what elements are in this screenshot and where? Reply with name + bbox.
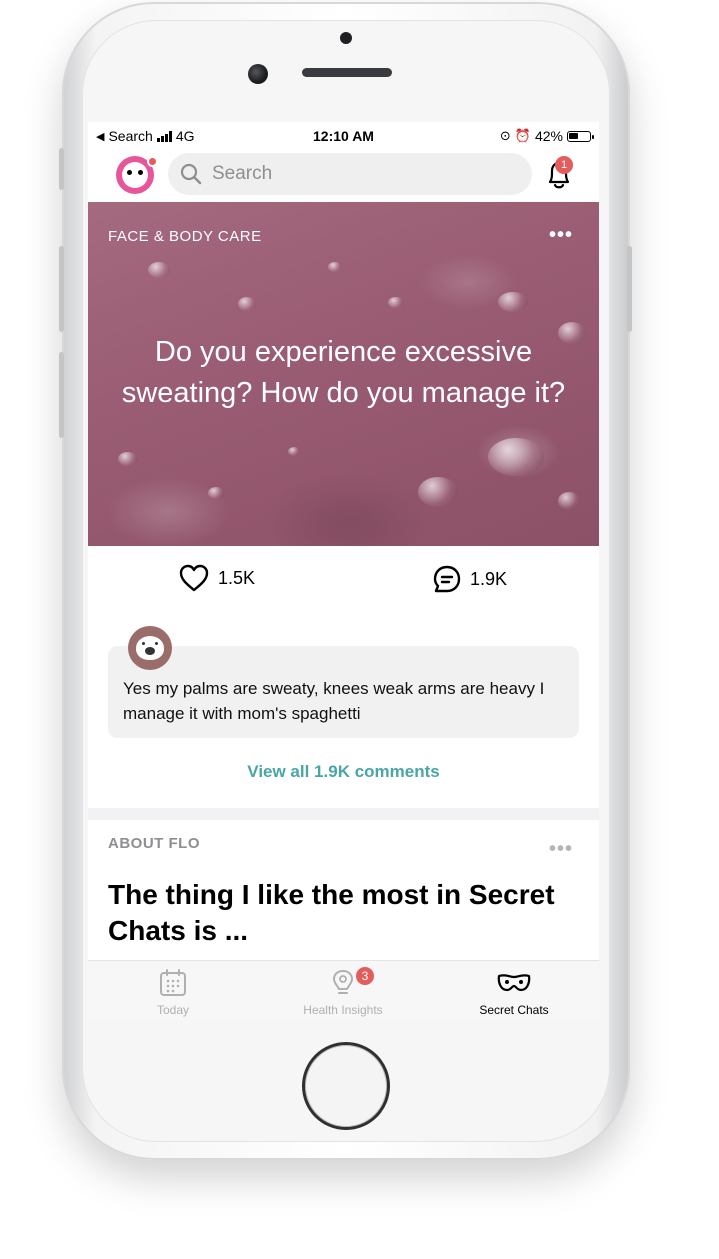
lightbulb-icon xyxy=(333,970,353,994)
panda-avatar-icon xyxy=(122,162,148,188)
water-drop xyxy=(488,438,544,476)
post-hero-image[interactable]: FACE & BODY CARE ••• Do you experience e… xyxy=(88,202,599,546)
battery-percent: 42% xyxy=(534,128,563,144)
water-drop xyxy=(328,262,342,272)
post-title: Do you experience excessive sweating? Ho… xyxy=(121,336,566,409)
heart-icon xyxy=(179,564,209,592)
tab-label: Today xyxy=(156,1003,190,1017)
search-icon xyxy=(180,163,202,185)
alarm-icon: ⏰ xyxy=(514,128,531,143)
tab-bar: Today Health Insights 3 Secret Chats xyxy=(88,960,599,1020)
volume-down-button xyxy=(59,352,64,438)
camera-lens xyxy=(248,64,268,84)
post-stats: 1.5K 1.9K xyxy=(88,546,599,616)
commenter-avatar[interactable] xyxy=(128,626,172,670)
mute-switch xyxy=(59,148,64,190)
battery-icon xyxy=(567,130,594,142)
search-placeholder: Search xyxy=(212,163,273,184)
search-input[interactable]: Search xyxy=(168,153,532,195)
top-comment-text: Yes my palms are sweaty, knees weak arms… xyxy=(123,679,545,723)
home-button[interactable] xyxy=(302,1042,390,1130)
koala-avatar-icon xyxy=(136,636,164,660)
notification-badge: 1 xyxy=(555,156,573,174)
water-drop xyxy=(238,297,256,311)
water-drop xyxy=(118,452,138,466)
rotation-lock-icon: ⊙ xyxy=(499,128,511,143)
post-more-button[interactable]: ••• xyxy=(549,224,573,247)
water-drop xyxy=(558,492,580,510)
front-camera xyxy=(340,32,352,44)
tab-label: Secret Chats xyxy=(479,1003,549,1017)
back-arrow-icon[interactable]: ◀ xyxy=(96,130,104,143)
app-screen: ◀ Search 4G 12:10 AM ⊙ ⏰ 42% Search 1 FA… xyxy=(88,122,599,1020)
water-drop xyxy=(498,292,528,312)
tab-label: Health Insights xyxy=(303,1003,383,1017)
signal-icon xyxy=(156,130,172,142)
tab-health-insights[interactable]: Health Insights 3 xyxy=(258,961,428,1020)
tab-secret-chats[interactable]: Secret Chats xyxy=(429,961,599,1020)
earpiece-speaker xyxy=(302,68,392,77)
back-app-label[interactable]: Search xyxy=(108,128,152,144)
status-bar: ◀ Search 4G 12:10 AM ⊙ ⏰ 42% xyxy=(88,122,599,150)
water-drop xyxy=(148,262,170,278)
top-bar: Search 1 xyxy=(88,150,599,202)
water-drop xyxy=(208,487,224,499)
calendar-icon xyxy=(160,969,186,996)
like-button[interactable]: 1.5K xyxy=(178,564,255,592)
view-all-comments-link[interactable]: View all 1.9K comments xyxy=(88,762,599,782)
tab-today[interactable]: Today xyxy=(88,961,258,1020)
post2-category[interactable]: ABOUT FLO xyxy=(108,835,200,852)
comment-button[interactable]: 1.9K xyxy=(432,564,507,594)
comment-icon xyxy=(433,565,461,593)
health-insights-badge: 3 xyxy=(354,965,376,987)
top-comment[interactable]: Yes my palms are sweaty, knees weak arms… xyxy=(108,646,579,738)
power-button xyxy=(627,246,632,332)
card-divider xyxy=(88,808,599,820)
network-label: 4G xyxy=(175,128,195,144)
mask-icon xyxy=(497,974,531,992)
water-drop xyxy=(418,477,458,507)
water-drop xyxy=(288,447,300,456)
like-count: 1.5K xyxy=(218,567,256,588)
comment-count: 1.9K xyxy=(470,568,508,589)
post2-title[interactable]: The thing I like the most in Secret Chat… xyxy=(108,877,578,949)
post2-more-button[interactable]: ••• xyxy=(549,838,573,861)
volume-up-button xyxy=(59,246,64,332)
profile-notification-dot xyxy=(147,156,158,167)
water-drop xyxy=(388,297,404,308)
post-category[interactable]: FACE & BODY CARE xyxy=(108,228,262,245)
